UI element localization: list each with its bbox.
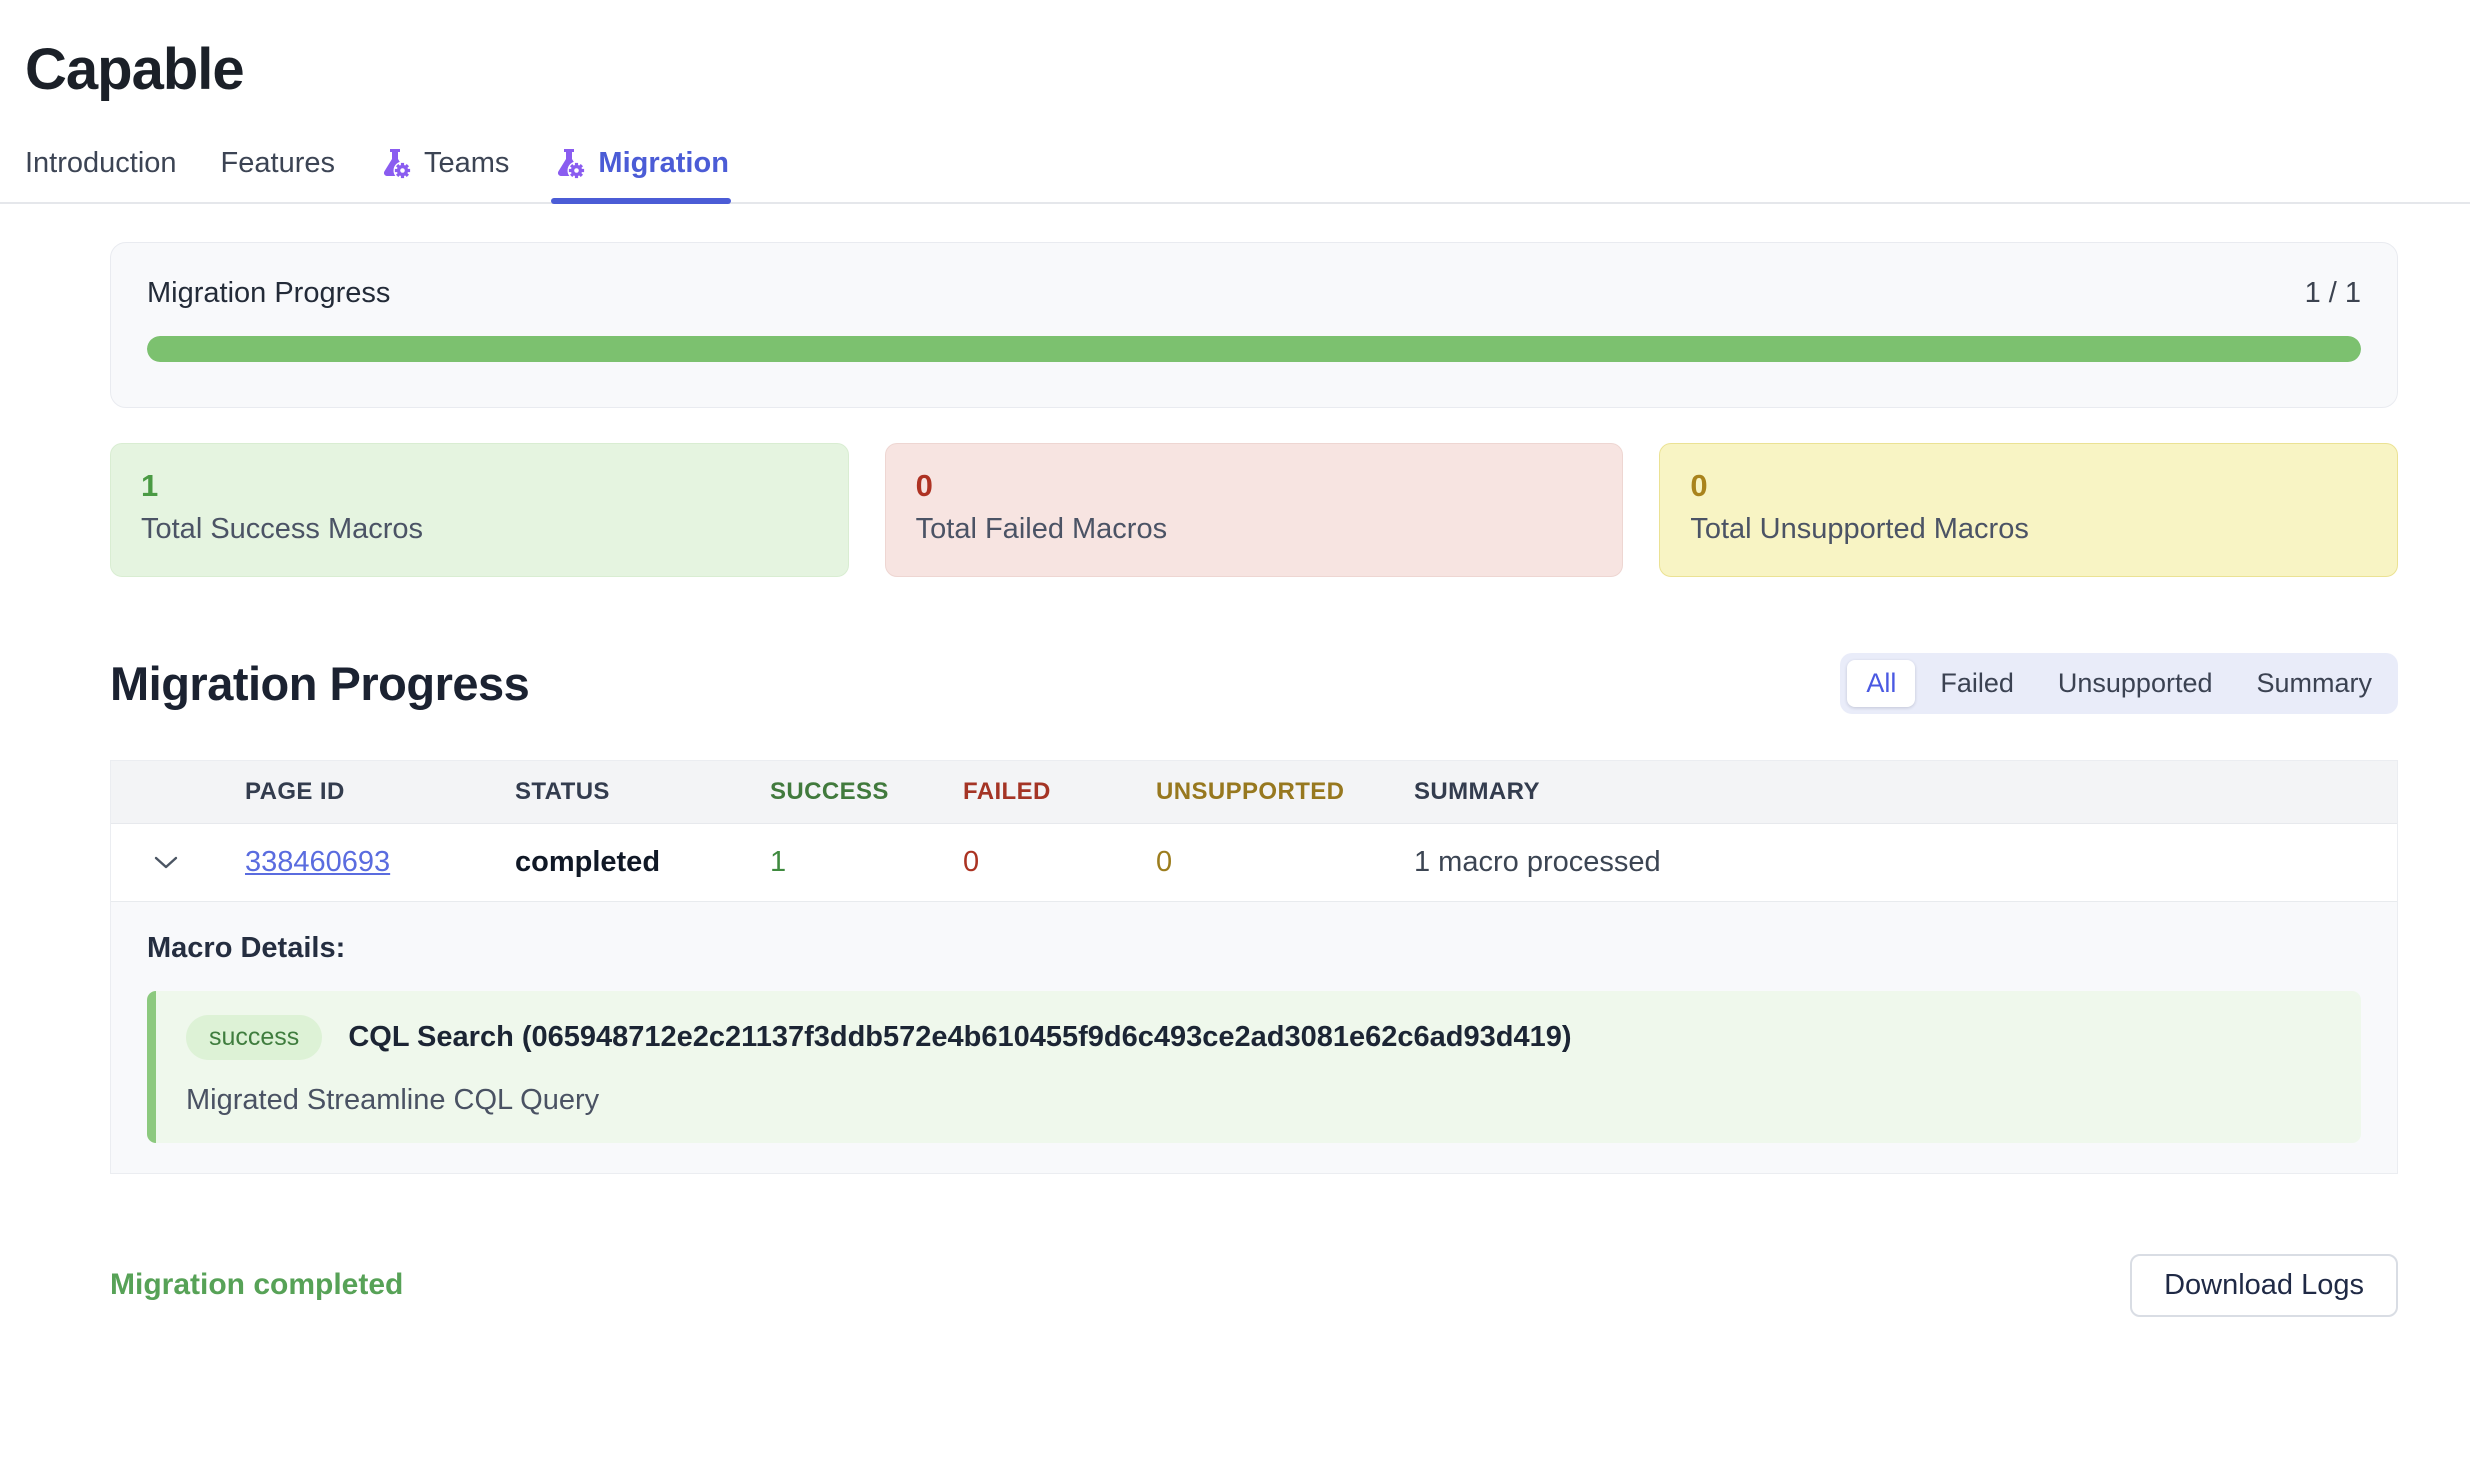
table-row: 338460693 completed 1 0 0 1 macro proces…	[111, 823, 2397, 901]
download-logs-button[interactable]: Download Logs	[2130, 1254, 2398, 1317]
macro-details-heading: Macro Details:	[147, 932, 2361, 965]
macro-entry: success CQL Search (065948712e2c21137f3d…	[147, 991, 2361, 1143]
progress-counter: 1 / 1	[2305, 277, 2361, 310]
stat-card-unsupported: 0 Total Unsupported Macros	[1659, 443, 2398, 577]
results-table: PAGE ID STATUS SUCCESS FAILED UNSUPPORTE…	[110, 760, 2398, 1174]
row-failed-count: 0	[939, 823, 1132, 901]
flask-gear-icon	[379, 147, 412, 180]
migration-status-text: Migration completed	[110, 1268, 403, 1302]
macro-title: CQL Search (065948712e2c21137f3ddb572e4b…	[348, 1021, 1571, 1054]
col-status: STATUS	[491, 761, 746, 823]
row-expand-toggle[interactable]	[111, 823, 221, 901]
status-badge: success	[186, 1015, 322, 1060]
tab-features[interactable]: Features	[221, 147, 335, 202]
col-failed: FAILED	[939, 761, 1132, 823]
row-success-count: 1	[746, 823, 939, 901]
unsupported-label: Total Unsupported Macros	[1690, 513, 2367, 546]
filter-summary[interactable]: Summary	[2237, 660, 2391, 707]
tab-teams-label: Teams	[424, 147, 509, 180]
row-unsupported-count: 0	[1132, 823, 1390, 901]
col-summary: SUMMARY	[1390, 761, 2397, 823]
col-unsupported: UNSUPPORTED	[1132, 761, 1390, 823]
progress-bar-track	[147, 336, 2361, 362]
row-summary: 1 macro processed	[1390, 823, 2397, 901]
tab-introduction[interactable]: Introduction	[25, 147, 177, 202]
filter-unsupported[interactable]: Unsupported	[2039, 660, 2232, 707]
col-success: SUCCESS	[746, 761, 939, 823]
success-label: Total Success Macros	[141, 513, 818, 546]
filter-failed[interactable]: Failed	[1921, 660, 2033, 707]
stat-card-success: 1 Total Success Macros	[110, 443, 849, 577]
table-header-row: PAGE ID STATUS SUCCESS FAILED UNSUPPORTE…	[111, 761, 2397, 823]
main-content: Migration Progress 1 / 1 1 Total Success…	[110, 242, 2398, 1317]
migration-progress-card: Migration Progress 1 / 1	[110, 242, 2398, 408]
filter-segmented-control: All Failed Unsupported Summary	[1840, 653, 2398, 714]
failed-label: Total Failed Macros	[916, 513, 1593, 546]
col-page-id: PAGE ID	[221, 761, 491, 823]
unsupported-count: 0	[1690, 468, 2367, 504]
page: Capable Introduction Features Teams Migr…	[0, 36, 2470, 1478]
tab-migration-label: Migration	[598, 147, 729, 180]
expanded-details-row: Macro Details: success CQL Search (06594…	[111, 901, 2397, 1173]
tab-features-label: Features	[221, 147, 335, 180]
stat-card-failed: 0 Total Failed Macros	[885, 443, 1624, 577]
macro-description: Migrated Streamline CQL Query	[186, 1084, 2327, 1117]
expand-column-header	[111, 761, 221, 823]
tab-migration[interactable]: Migration	[553, 147, 729, 202]
tab-teams[interactable]: Teams	[379, 147, 509, 202]
results-heading: Migration Progress	[110, 656, 529, 711]
flask-gear-icon	[553, 147, 586, 180]
progress-card-title: Migration Progress	[147, 277, 390, 310]
progress-bar-fill	[147, 336, 2361, 362]
chevron-down-icon	[152, 853, 180, 871]
filter-all[interactable]: All	[1847, 660, 1915, 707]
failed-count: 0	[916, 468, 1593, 504]
page-title: Capable	[25, 36, 2470, 103]
tab-bar: Introduction Features Teams Migration	[0, 147, 2470, 204]
page-id-link[interactable]: 338460693	[245, 846, 390, 878]
tab-introduction-label: Introduction	[25, 147, 177, 180]
success-count: 1	[141, 468, 818, 504]
row-status: completed	[491, 823, 746, 901]
stat-cards: 1 Total Success Macros 0 Total Failed Ma…	[110, 443, 2398, 577]
